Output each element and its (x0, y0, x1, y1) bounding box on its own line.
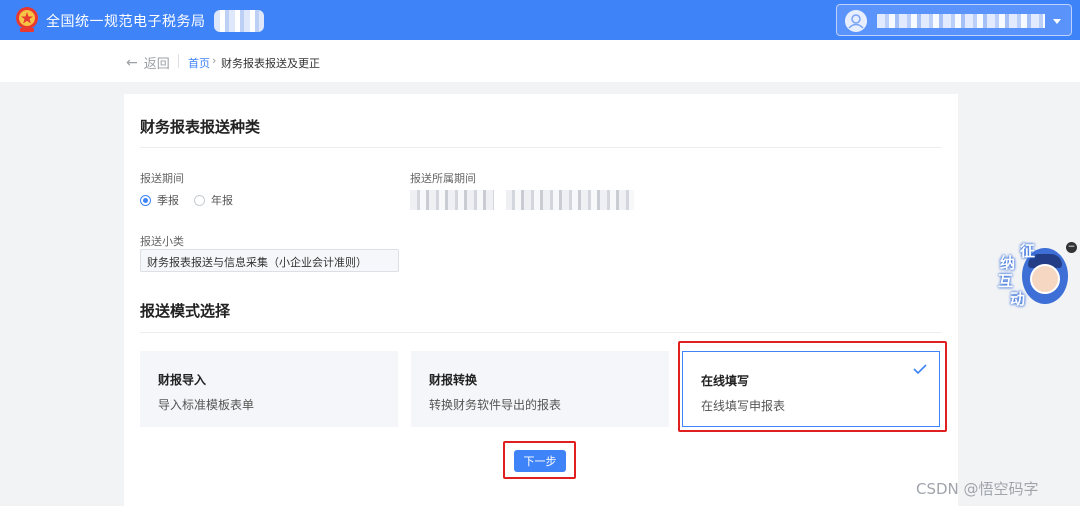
redacted-region-name (214, 10, 264, 32)
radio-unchecked-icon (194, 194, 205, 206)
helper-char: 动 (1010, 290, 1026, 308)
breadcrumb-current: 财务报表报送及更正 (221, 57, 320, 70)
breadcrumb-bar: ← 返回 首页 › 财务报表报送及更正 (0, 40, 1080, 82)
belong-period-label: 报送所属期间 (410, 172, 476, 185)
user-menu[interactable] (836, 4, 1072, 36)
mode-card-desc: 导入标准模板表单 (158, 398, 255, 412)
redacted-user-name (877, 14, 1045, 28)
tax-helper-widget[interactable]: 征 纳 互 动 − (998, 238, 1077, 310)
mode-card-title: 财报转换 (429, 373, 478, 387)
avatar-face-icon (1030, 264, 1060, 294)
mode-title: 报送模式选择 (140, 302, 231, 320)
mode-card-desc: 在线填写申报表 (701, 399, 786, 413)
mode-card-convert[interactable]: 财报转换 转换财务软件导出的报表 (411, 351, 669, 427)
subcategory-select[interactable]: 财务报表报送与信息采集（小企业会计准则） (140, 249, 399, 272)
breadcrumb-home-link[interactable]: 首页 (188, 55, 210, 71)
national-emblem-icon (16, 7, 38, 32)
chevron-right-icon: › (212, 54, 217, 67)
helper-char: 征 (1020, 242, 1036, 260)
arrow-left-icon: ← (126, 54, 138, 71)
redacted-period-value[interactable] (410, 190, 634, 210)
mode-card-title: 财报导入 (158, 373, 207, 387)
mode-card-title: 在线填写 (701, 374, 750, 388)
section-divider (140, 332, 942, 333)
subcategory-label: 报送小类 (140, 235, 184, 248)
back-label: 返回 (143, 57, 170, 72)
period-label: 报送期间 (140, 172, 184, 185)
top-bar: 全国统一规范电子税务局 (0, 0, 1080, 40)
mode-card-import[interactable]: 财报导入 导入标准模板表单 (140, 351, 398, 427)
minimize-icon[interactable]: − (1066, 242, 1077, 253)
section-divider (140, 147, 942, 148)
mode-card-desc: 转换财务软件导出的报表 (429, 398, 562, 412)
checkmark-icon (913, 364, 927, 374)
breadcrumb-divider (178, 54, 179, 68)
radio-annual[interactable]: 年报 (194, 192, 233, 208)
period-value-gap (494, 190, 506, 210)
radio-label: 年报 (211, 194, 233, 207)
app-title: 全国统一规范电子税务局 (46, 14, 206, 30)
back-button[interactable]: ← 返回 (126, 53, 170, 73)
radio-quarterly[interactable]: 季报 (140, 192, 179, 208)
next-step-button[interactable]: 下一步 (514, 450, 566, 472)
main-card: 财务报表报送种类 报送期间 季报 年报 报送所属期间 报送小类 财务报表报送与信… (124, 94, 958, 506)
mode-card-online[interactable]: 在线填写 在线填写申报表 (682, 351, 940, 427)
user-avatar-icon (845, 10, 867, 32)
watermark: CSDN @悟空码字 (916, 480, 1039, 498)
report-type-title: 财务报表报送种类 (140, 118, 261, 136)
radio-checked-icon (140, 194, 151, 206)
radio-label: 季报 (157, 194, 179, 207)
caret-down-icon (1053, 19, 1061, 24)
